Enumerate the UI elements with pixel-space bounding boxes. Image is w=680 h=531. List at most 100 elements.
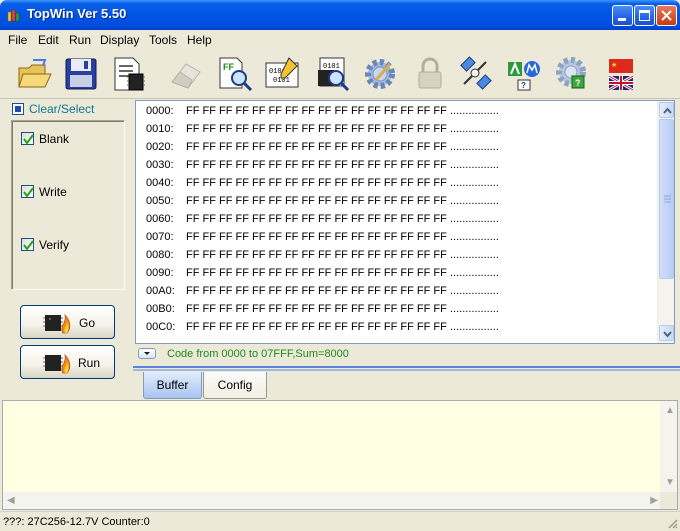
hex-row[interactable]: 00A0: FF FF FF FF FF FF FF FF FF FF FF FF… bbox=[136, 283, 658, 301]
svg-text:?: ? bbox=[575, 78, 581, 88]
log-horizontal-scrollbar[interactable]: ◀ ▶ bbox=[3, 492, 662, 509]
hex-row-address: 0090: bbox=[146, 267, 174, 279]
hex-row[interactable]: 0080: FF FF FF FF FF FF FF FF FF FF FF FF… bbox=[136, 247, 658, 265]
hex-row-address: 00C0: bbox=[146, 321, 176, 333]
hex-rows: 0000: FF FF FF FF FF FF FF FF FF FF FF FF… bbox=[136, 103, 658, 337]
hex-row[interactable]: 0050: FF FF FF FF FF FF FF FF FF FF FF FF… bbox=[136, 193, 658, 211]
hex-row[interactable]: 0030: FF FF FF FF FF FF FF FF FF FF FF FF… bbox=[136, 157, 658, 175]
lock-icon[interactable] bbox=[410, 54, 450, 94]
eraser-icon[interactable] bbox=[166, 54, 206, 94]
menu-help[interactable]: Help bbox=[187, 33, 212, 47]
hex-row-bytes[interactable]: FF FF FF FF FF FF FF FF FF FF FF FF FF F… bbox=[186, 285, 447, 297]
hex-row[interactable]: 0000: FF FF FF FF FF FF FF FF FF FF FF FF… bbox=[136, 103, 658, 121]
hex-row[interactable]: 0060: FF FF FF FF FF FF FF FF FF FF FF FF… bbox=[136, 211, 658, 229]
hex-row-address: 0080: bbox=[146, 249, 174, 261]
open-folder-icon[interactable] bbox=[15, 54, 55, 94]
scroll-down-button[interactable] bbox=[659, 325, 674, 341]
satellite-icon[interactable] bbox=[456, 54, 496, 94]
run-button[interactable]: Run bbox=[20, 345, 115, 379]
tab-buffer-label: Buffer bbox=[156, 378, 189, 392]
hex-row[interactable]: 0020: FF FF FF FF FF FF FF FF FF FF FF FF… bbox=[136, 139, 658, 157]
hex-row-bytes[interactable]: FF FF FF FF FF FF FF FF FF FF FF FF FF F… bbox=[186, 195, 447, 207]
title-bar[interactable]: TopWin Ver 5.50 bbox=[0, 0, 680, 30]
menu-edit[interactable]: Edit bbox=[38, 33, 59, 47]
tab-buffer[interactable]: Buffer bbox=[143, 372, 202, 399]
hex-vertical-scrollbar[interactable] bbox=[657, 101, 674, 343]
menu-file[interactable]: File bbox=[8, 33, 27, 47]
hex-row[interactable]: 00C0: FF FF FF FF FF FF FF FF FF FF FF FF… bbox=[136, 319, 658, 337]
log-vertical-scrollbar[interactable]: ▲ ▼ bbox=[660, 401, 677, 492]
hex-row-address: 0020: bbox=[146, 141, 174, 153]
message-log[interactable]: ▲ ▼ ◀ ▶ bbox=[2, 400, 678, 510]
menu-display[interactable]: Display bbox=[100, 33, 139, 47]
hex-row-address: 0030: bbox=[146, 159, 174, 171]
chip-search-icon[interactable]: 0101 bbox=[312, 54, 352, 94]
vendor-logo-icon[interactable]: ? bbox=[504, 54, 544, 94]
maximize-button[interactable] bbox=[634, 5, 655, 26]
checkmark-icon bbox=[21, 132, 34, 145]
hex-row-bytes[interactable]: FF FF FF FF FF FF FF FF FF FF FF FF FF F… bbox=[186, 105, 447, 117]
hex-row[interactable]: 0010: FF FF FF FF FF FF FF FF FF FF FF FF… bbox=[136, 121, 658, 139]
hex-row-bytes[interactable]: FF FF FF FF FF FF FF FF FF FF FF FF FF F… bbox=[186, 249, 447, 261]
menu-tools[interactable]: Tools bbox=[149, 33, 177, 47]
hex-row-bytes[interactable]: FF FF FF FF FF FF FF FF FF FF FF FF FF F… bbox=[186, 231, 447, 243]
hex-row-bytes[interactable]: FF FF FF FF FF FF FF FF FF FF FF FF FF F… bbox=[186, 177, 447, 189]
chevron-up-icon[interactable]: ▲ bbox=[665, 405, 675, 416]
go-button[interactable]: Go bbox=[20, 305, 115, 339]
scroll-corner bbox=[660, 492, 677, 509]
hex-row-bytes[interactable]: FF FF FF FF FF FF FF FF FF FF FF FF FF F… bbox=[186, 321, 447, 333]
hex-row-bytes[interactable]: FF FF FF FF FF FF FF FF FF FF FF FF FF F… bbox=[186, 303, 447, 315]
hex-row-bytes[interactable]: FF FF FF FF FF FF FF FF FF FF FF FF FF F… bbox=[186, 159, 447, 171]
menu-run[interactable]: Run bbox=[69, 33, 91, 47]
hex-row-bytes[interactable]: FF FF FF FF FF FF FF FF FF FF FF FF FF F… bbox=[186, 267, 447, 279]
hex-row[interactable]: 0090: FF FF FF FF FF FF FF FF FF FF FF FF… bbox=[136, 265, 658, 283]
tab-config-label: Config bbox=[217, 378, 253, 392]
write-checkbox[interactable]: Write bbox=[21, 185, 111, 201]
gear-icon[interactable] bbox=[360, 54, 400, 94]
close-button[interactable] bbox=[656, 5, 677, 26]
app-icon[interactable] bbox=[6, 7, 22, 23]
ff-search-icon[interactable]: FF bbox=[215, 54, 255, 94]
checkmark-icon bbox=[21, 185, 34, 198]
verify-checkbox[interactable]: Verify bbox=[21, 238, 111, 254]
binary-edit-icon[interactable]: 0101 0101 bbox=[263, 54, 303, 94]
scroll-thumb[interactable] bbox=[659, 119, 674, 279]
hex-row-address: 00B0: bbox=[146, 303, 175, 315]
language-flags-icon[interactable]: ★ bbox=[602, 54, 642, 94]
hex-row-bytes[interactable]: FF FF FF FF FF FF FF FF FF FF FF FF FF F… bbox=[186, 141, 447, 153]
hex-row-ascii: ................ bbox=[450, 195, 499, 207]
blank-label: Blank bbox=[39, 132, 70, 146]
chevron-down-icon[interactable]: ▼ bbox=[665, 477, 675, 488]
menu-bar: File Edit Run Display Tools Help bbox=[0, 30, 680, 49]
maximize-icon bbox=[639, 10, 650, 21]
status-text: ???: 27C256-12.7V Counter:0 bbox=[3, 516, 150, 528]
svg-text:FF: FF bbox=[223, 62, 234, 72]
expand-dropdown-button[interactable] bbox=[138, 348, 156, 359]
gear-help-icon[interactable]: ? bbox=[552, 54, 592, 94]
chip-fire-icon bbox=[43, 313, 71, 334]
chip-document-icon[interactable] bbox=[109, 54, 149, 94]
hex-row[interactable]: 0040: FF FF FF FF FF FF FF FF FF FF FF FF… bbox=[136, 175, 658, 193]
hex-row[interactable]: 00B0: FF FF FF FF FF FF FF FF FF FF FF FF… bbox=[136, 301, 658, 319]
hex-row-ascii: ................ bbox=[450, 141, 499, 153]
hex-row-bytes[interactable]: FF FF FF FF FF FF FF FF FF FF FF FF FF F… bbox=[186, 123, 447, 135]
blank-checkbox[interactable]: Blank bbox=[21, 132, 111, 148]
hex-row[interactable]: 0070: FF FF FF FF FF FF FF FF FF FF FF FF… bbox=[136, 229, 658, 247]
hex-buffer-view[interactable]: 0000: FF FF FF FF FF FF FF FF FF FF FF FF… bbox=[135, 100, 675, 344]
minimize-button[interactable] bbox=[612, 5, 633, 26]
go-label: Go bbox=[79, 316, 96, 330]
operation-options-panel: Blank Write Verify bbox=[11, 120, 125, 290]
hex-row-address: 0070: bbox=[146, 231, 174, 243]
tab-config[interactable]: Config bbox=[203, 372, 267, 399]
save-disk-icon[interactable] bbox=[61, 54, 101, 94]
hex-row-address: 0010: bbox=[146, 123, 174, 135]
hex-row-address: 0060: bbox=[146, 213, 174, 225]
chevron-down-icon bbox=[663, 331, 672, 338]
chevron-right-icon[interactable]: ▶ bbox=[650, 495, 658, 506]
panel-splitter[interactable] bbox=[133, 366, 680, 371]
hex-row-bytes[interactable]: FF FF FF FF FF FF FF FF FF FF FF FF FF F… bbox=[186, 213, 447, 225]
chevron-left-icon[interactable]: ◀ bbox=[7, 495, 15, 506]
scroll-up-button[interactable] bbox=[659, 102, 674, 118]
hex-row-ascii: ................ bbox=[450, 303, 499, 315]
resize-grip-icon[interactable] bbox=[666, 517, 678, 529]
